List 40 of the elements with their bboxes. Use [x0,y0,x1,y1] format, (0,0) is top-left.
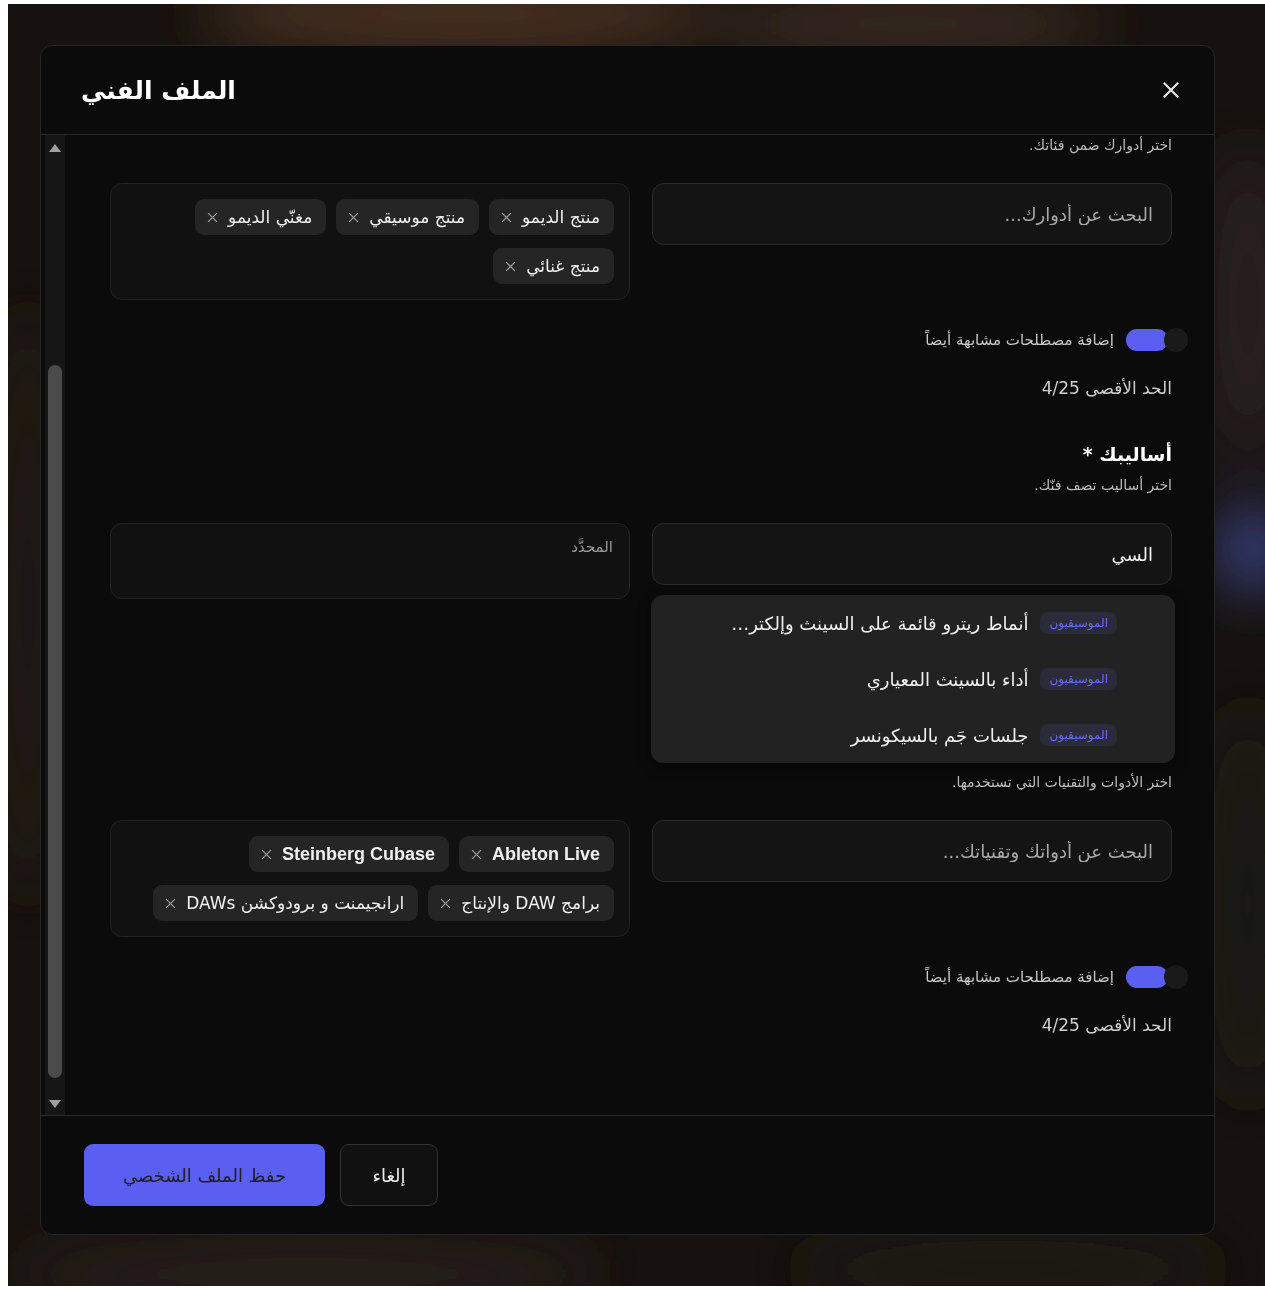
placeholder-text: المحدَّد [571,538,613,558]
category-badge: الموسيقيون [1040,668,1117,690]
tag-label: ارانجيمنت و برودوكشن DAWs [186,893,405,913]
remove-icon[interactable] [348,211,360,223]
tag-label: منتج الديمو [522,207,600,227]
scroll-down-icon[interactable] [49,1099,61,1109]
remove-icon[interactable] [501,211,513,223]
toggle-label: إضافة مصطلحات مشابهة أيضاً [925,968,1114,986]
scrollbar-thumb[interactable] [48,365,62,1078]
category-badge: الموسيقيون [1040,724,1117,746]
remove-icon[interactable] [260,848,272,860]
field-label: أساليبك * [1082,442,1172,466]
remove-icon[interactable] [207,211,219,223]
remove-icon[interactable] [165,897,177,909]
suggestion-item[interactable]: أنماط ريترو قائمة على السينث وإلكتر… [731,612,1029,634]
close-icon[interactable] [1162,81,1180,99]
tag-label: Ableton Live [492,843,600,865]
search-field[interactable]: السي [652,523,1172,585]
scroll-up-icon[interactable] [49,143,61,153]
dialog-title: الملف الفني [81,75,236,105]
remove-icon[interactable] [505,260,517,272]
tag-label: منتج موسيقي [369,207,466,227]
toggle-label: إضافة مصطلحات مشابهة أيضاً [925,331,1114,349]
tag-label: مغنّي الديمو [228,207,313,227]
remove-icon[interactable] [440,897,452,909]
helper-text: اختر أدوارك ضمن فئاتك. [1029,136,1172,154]
limit-text: الحد الأقصى 4/25 [1041,1015,1172,1035]
tag-label: Steinberg Cubase [281,843,435,865]
cancel-button[interactable]: إلغاء [340,1144,438,1206]
suggestion-item[interactable]: جلسات جَم بالسيكونسر [850,724,1029,746]
tag-label: برامج DAW والإنتاج [461,893,600,913]
suggestion-item[interactable]: أداء بالسينث المعياري [866,668,1029,690]
helper-text: اختر الأدوات والتقنيات التي تستخدمها. [951,773,1172,791]
toggle-switch[interactable] [1126,965,1188,989]
tag-label: منتج غنائي [526,256,600,276]
remove-icon[interactable] [471,848,482,860]
limit-text: الحد الأقصى 4/25 [1041,378,1172,398]
category-badge: الموسيقيون [1040,612,1117,634]
helper-text: اختر أساليب تصف فنّك. [1034,476,1172,494]
toggle-switch[interactable] [1126,328,1188,352]
